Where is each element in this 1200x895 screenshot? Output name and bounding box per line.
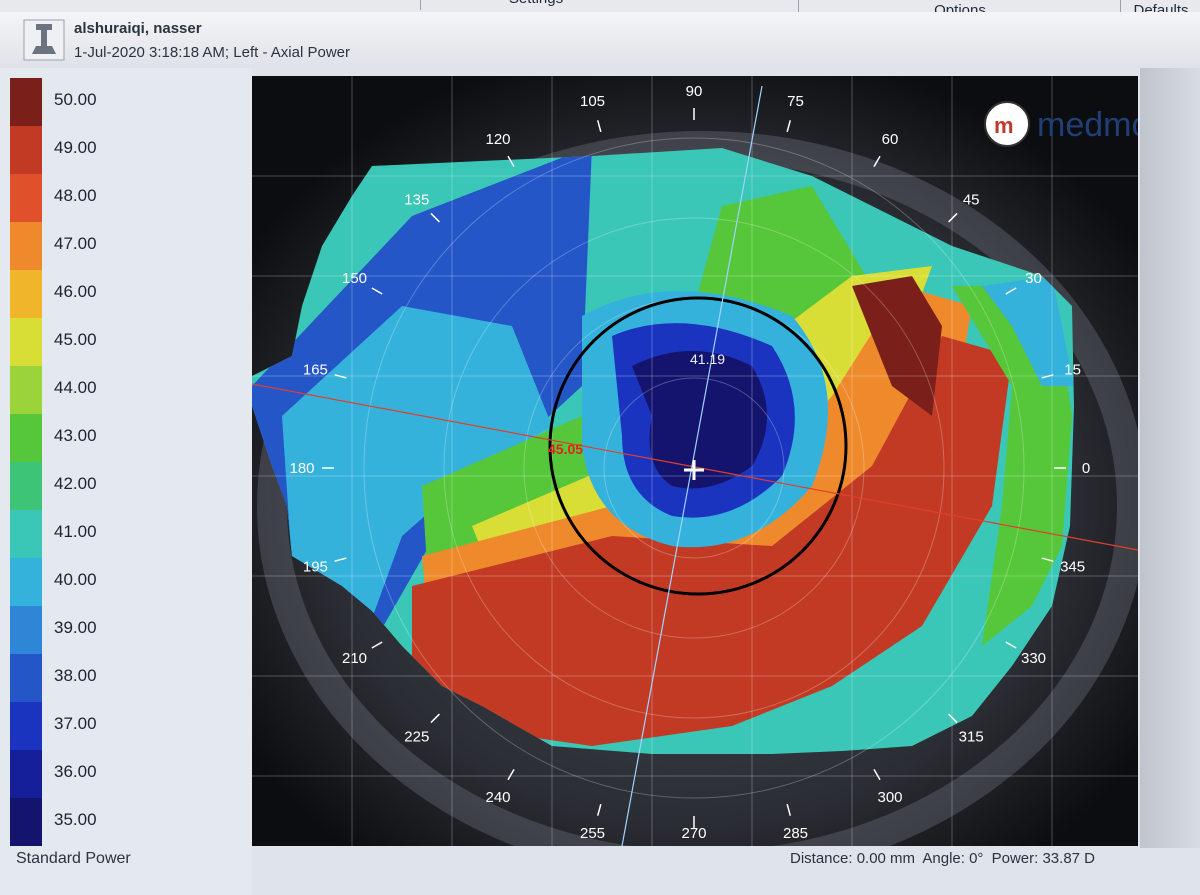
angle-label: 105 — [580, 93, 605, 110]
scale-swatch — [10, 750, 42, 798]
angle-label: 285 — [783, 825, 808, 842]
scale-swatch — [10, 558, 42, 606]
angle-label: 330 — [1021, 650, 1046, 667]
angle-label: 165 — [303, 362, 328, 379]
angle-label: 75 — [787, 93, 804, 110]
scale-entry: 38.00 — [10, 654, 240, 702]
scale-swatch — [10, 654, 42, 702]
scale-entry: 43.00 — [10, 414, 240, 462]
angle-label: 345 — [1060, 558, 1085, 575]
angle-label: 15 — [1064, 362, 1081, 379]
scale-swatch — [10, 78, 42, 126]
angle-label: 0 — [1082, 460, 1090, 477]
axial-power-map[interactable]: 41.19 45.05 0 15 30 45 60 75 90 105 120 135 150 165… — [252, 76, 1138, 846]
scale-value: 45.00 — [54, 330, 97, 349]
device-icon — [23, 19, 65, 61]
scale-swatch — [10, 222, 42, 270]
angle-label: 135 — [404, 191, 429, 208]
brand-logo-text: medmont — [1037, 106, 1138, 144]
scale-value: 44.00 — [54, 378, 97, 397]
patient-name: alshuraiqi, nasser — [74, 20, 202, 37]
center-power-value: 41.19 — [690, 351, 725, 367]
scale-swatch — [10, 174, 42, 222]
angle-label: 150 — [342, 270, 367, 287]
scale-value: 40.00 — [54, 570, 97, 589]
status-bar: Distance: 0.00 mm Angle: 0° Power: 33.87… — [790, 850, 1099, 867]
status-distance: Distance: 0.00 mm — [790, 850, 916, 867]
angle-label: 30 — [1025, 270, 1042, 287]
exam-info: 1-Jul-2020 3:18:18 AM; Left - Axial Powe… — [74, 44, 350, 61]
scale-value: 46.00 — [54, 282, 97, 301]
scale-swatch — [10, 798, 42, 846]
scale-entry: 37.00 — [10, 702, 240, 750]
scale-value: 47.00 — [54, 234, 97, 253]
scale-entry: 47.00 — [10, 222, 240, 270]
scale-entry: 36.00 — [10, 750, 240, 798]
settings-button[interactable]: Settings — [420, 0, 651, 10]
scale-entry: 42.00 — [10, 462, 240, 510]
scale-swatch — [10, 318, 42, 366]
scale-value: 50.00 — [54, 90, 97, 109]
scale-value: 36.00 — [54, 762, 97, 781]
scale-entry: 41.00 — [10, 510, 240, 558]
scale-value: 43.00 — [54, 426, 97, 445]
scale-value: 39.00 — [54, 618, 97, 637]
scale-entry: 49.00 — [10, 126, 240, 174]
patient-header: alshuraiqi, nasser 1-Jul-2020 3:18:18 AM… — [0, 12, 1200, 69]
scale-value: 41.00 — [54, 522, 97, 541]
angle-label: 225 — [404, 729, 429, 746]
scale-swatch — [10, 510, 42, 558]
color-scale-panel: 50.00 49.00 48.00 47.00 46.00 45.00 44.00 43.00… — [0, 68, 252, 895]
scale-entry: 35.00 — [10, 798, 240, 846]
angle-label: 90 — [686, 83, 703, 100]
scale-value: 37.00 — [54, 714, 97, 733]
scale-entry: 46.00 — [10, 270, 240, 318]
scale-entry: 44.00 — [10, 366, 240, 414]
angle-label: 315 — [959, 729, 984, 746]
scale-value: 49.00 — [54, 138, 97, 157]
angle-label: 45 — [963, 191, 980, 208]
scale-entry: 45.00 — [10, 318, 240, 366]
svg-text:m: m — [994, 113, 1014, 138]
scale-value: 35.00 — [54, 810, 97, 829]
scale-value: 42.00 — [54, 474, 97, 493]
scale-value: 48.00 — [54, 186, 97, 205]
angle-label: 120 — [485, 131, 510, 148]
angle-label: 255 — [580, 825, 605, 842]
angle-label: 180 — [289, 460, 314, 477]
scale-entry: 48.00 — [10, 174, 240, 222]
scale-swatch — [10, 702, 42, 750]
scale-value: 38.00 — [54, 666, 97, 685]
scale-swatch — [10, 414, 42, 462]
scale-entry: 40.00 — [10, 558, 240, 606]
medmont-logo: m medmont — [984, 101, 1138, 147]
scale-swatch — [10, 606, 42, 654]
scale-entry: 39.00 — [10, 606, 240, 654]
scale-swatch — [10, 366, 42, 414]
right-edge-panel — [1140, 68, 1200, 848]
topography-map[interactable]: 41.19 45.05 0 15 30 45 60 75 90 105 120 135 150 165… — [252, 76, 1138, 846]
status-angle: Angle: 0° — [922, 850, 984, 867]
side-power-value: 45.05 — [548, 441, 583, 457]
scale-swatch — [10, 126, 42, 174]
scale-type-label: Standard Power — [16, 850, 131, 867]
angle-label: 195 — [303, 558, 328, 575]
scale-swatch — [10, 462, 42, 510]
angle-label: 240 — [485, 789, 510, 806]
scale-swatch — [10, 270, 42, 318]
angle-label: 300 — [877, 789, 902, 806]
status-power: Power: 33.87 D — [991, 850, 1095, 867]
angle-label: 210 — [342, 650, 367, 667]
scale-entry: 50.00 — [10, 78, 240, 126]
angle-label: 60 — [882, 131, 899, 148]
